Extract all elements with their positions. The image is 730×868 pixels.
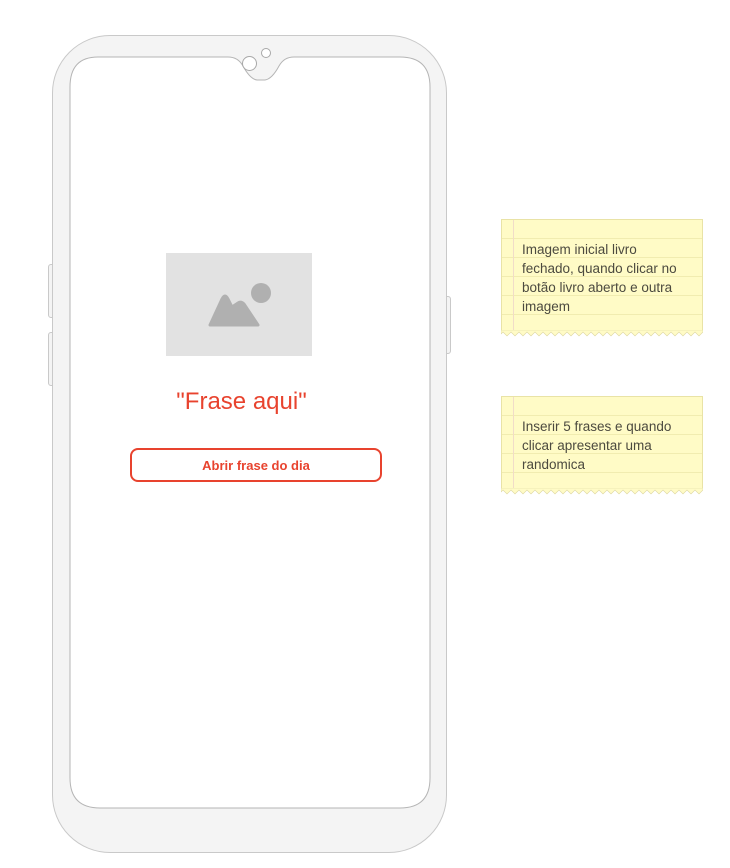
front-camera [242,56,257,71]
sticky-note-phrases: Inserir 5 frases e quando clicar apresen… [501,396,703,489]
sticky-note-text: Imagem inicial livro fechado, quando cli… [522,242,677,314]
proximity-sensor [261,48,271,58]
sticky-note-text: Inserir 5 frases e quando clicar apresen… [522,419,672,472]
sticky-note-edge [501,488,703,495]
image-icon [208,283,271,327]
quote-text: "Frase aqui" [176,388,307,415]
open-phrase-button[interactable]: Abrir frase do dia [130,448,382,482]
sticky-note-image: Imagem inicial livro fechado, quando cli… [501,219,703,331]
sticky-note-edge [501,330,703,337]
book-image-placeholder [166,253,312,356]
